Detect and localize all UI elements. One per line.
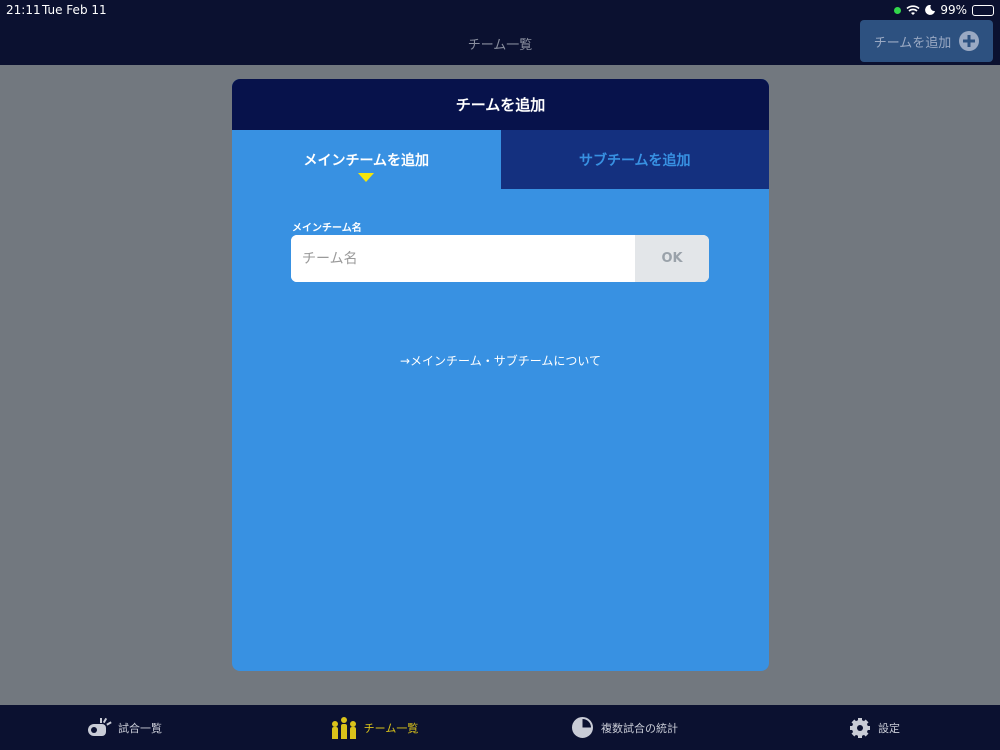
whistle-icon	[88, 717, 112, 738]
add-team-modal: チームを追加 メインチームを追加 サブチームを追加 メインチーム名 OK →メイ…	[232, 79, 769, 671]
add-team-button-label: チームを追加	[873, 35, 952, 51]
about-main-sub-team-link[interactable]: →メインチーム・サブチームについて	[232, 352, 769, 369]
ok-button[interactable]: OK	[635, 235, 709, 282]
add-team-button[interactable]: チームを追加	[860, 20, 993, 62]
tab-add-main-team-label: メインチームを追加	[303, 152, 430, 169]
pie-chart-icon	[572, 717, 593, 738]
tab-add-main-team[interactable]: メインチームを追加	[232, 130, 501, 189]
tabbar-item-matches-label: 試合一覧	[118, 721, 162, 735]
main-team-name-label: メインチーム名	[292, 223, 362, 234]
wifi-icon	[906, 4, 920, 15]
status-time: 21:11	[6, 3, 41, 17]
tabbar-item-teams[interactable]: チーム一覧	[250, 705, 500, 750]
team-people-icon	[331, 716, 356, 739]
page-title: チーム一覧	[467, 38, 533, 53]
modal-tabs: メインチームを追加 サブチームを追加	[232, 130, 769, 189]
tab-add-sub-team-label: サブチームを追加	[578, 152, 691, 169]
top-navigation-bar: 21:11 Tue Feb 11 99% チーム一覧 チームを追加	[0, 0, 1000, 65]
status-date: Tue Feb 11	[42, 3, 107, 17]
selected-tab-caret-icon	[358, 173, 375, 182]
tabbar-item-multi-match-stats[interactable]: 複数試合の統計	[500, 705, 750, 750]
team-name-field-row: OK	[291, 235, 709, 282]
status-bar: 21:11 Tue Feb 11 99%	[0, 0, 1000, 20]
battery-icon	[972, 4, 994, 16]
battery-percent: 99%	[940, 3, 967, 17]
tab-add-sub-team[interactable]: サブチームを追加	[500, 130, 769, 189]
bottom-tab-bar: 試合一覧 チーム一覧 複数試合の統計 設定	[0, 705, 1000, 750]
moon-icon	[925, 5, 936, 15]
modal-title: チームを追加	[232, 79, 769, 130]
camera-indicator-icon	[894, 6, 902, 14]
tabbar-item-settings[interactable]: 設定	[750, 705, 1000, 750]
tabbar-item-multi-match-stats-label: 複数試合の統計	[601, 721, 678, 735]
tabbar-item-matches[interactable]: 試合一覧	[0, 705, 250, 750]
status-indicators: 99%	[894, 3, 994, 17]
tabbar-item-settings-label: 設定	[878, 721, 900, 735]
tabbar-item-teams-label: チーム一覧	[363, 721, 419, 735]
team-name-input[interactable]	[291, 235, 635, 282]
plus-circle-icon	[959, 31, 980, 51]
gear-icon	[850, 717, 870, 738]
